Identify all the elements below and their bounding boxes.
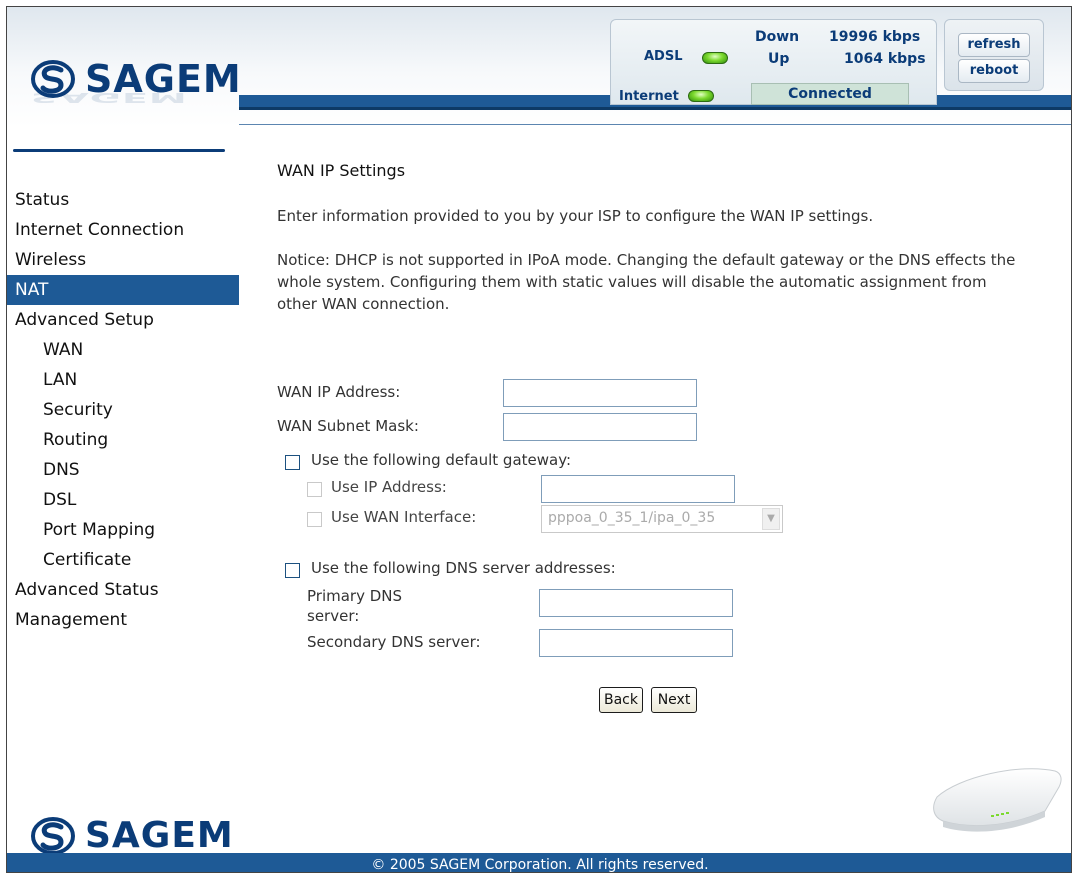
- wan-ip-input[interactable]: [503, 379, 697, 407]
- footer-copyright: © 2005 SAGEM Corporation. All rights res…: [7, 853, 1071, 872]
- internet-label: Internet: [619, 89, 679, 104]
- wan-interface-selected: pppoa_0_35_1/ipa_0_35: [548, 510, 716, 526]
- sidebar-item-lan[interactable]: LAN: [7, 365, 239, 395]
- brand-name-reflection: SAGEM: [31, 89, 188, 105]
- brand-logo-bottom: SAGEM: [31, 815, 234, 856]
- main-content: WAN IP Settings Enter information provid…: [277, 127, 1057, 847]
- header-bar-shadow: [239, 107, 1071, 110]
- page-title: WAN IP Settings: [277, 161, 406, 180]
- default-gateway-label: Use the following default gateway:: [311, 451, 572, 469]
- up-rate: 1064 kbps: [844, 51, 926, 67]
- header-divider: [239, 124, 1071, 125]
- router-admin-window: SAGEM SAGEM ADSL Internet Down 19996 kbp…: [6, 6, 1072, 873]
- refresh-button[interactable]: refresh: [958, 33, 1030, 57]
- use-wan-interface-label: Use WAN Interface:: [331, 508, 477, 526]
- sidebar-item-dns[interactable]: DNS: [7, 455, 239, 485]
- dns-servers-label: Use the following DNS server addresses:: [311, 559, 616, 577]
- sagem-logo-icon: [31, 816, 75, 855]
- wan-ip-label: WAN IP Address:: [277, 383, 401, 401]
- use-ip-address-label: Use IP Address:: [331, 478, 447, 496]
- connection-state: Connected: [751, 83, 909, 105]
- sidebar-item-internet-connection[interactable]: Internet Connection: [7, 215, 239, 245]
- adsl-led-icon: [702, 52, 728, 64]
- sidebar-item-security[interactable]: Security: [7, 395, 239, 425]
- primary-dns-label-line1: Primary DNS: [307, 587, 403, 605]
- router-device-icon: [933, 768, 1062, 832]
- sidebar-nav: Status Internet Connection Wireless NAT Adva…: [7, 185, 239, 635]
- secondary-dns-label: Secondary DNS server:: [307, 633, 481, 651]
- primary-dns-input[interactable]: [539, 589, 733, 617]
- sidebar-item-nat[interactable]: NAT: [7, 275, 239, 305]
- sidebar-item-status[interactable]: Status: [7, 185, 239, 215]
- brand-name: SAGEM: [85, 815, 234, 856]
- sidebar-item-advanced-status[interactable]: Advanced Status: [7, 575, 239, 605]
- down-rate: 19996 kbps: [829, 29, 921, 45]
- secondary-dns-input[interactable]: [539, 629, 733, 657]
- next-button[interactable]: Next: [651, 687, 697, 713]
- use-ip-address-checkbox[interactable]: [307, 482, 322, 497]
- sidebar-item-advanced-setup[interactable]: Advanced Setup: [7, 305, 239, 335]
- header: SAGEM SAGEM ADSL Internet Down 19996 kbp…: [7, 7, 1071, 127]
- sidebar-item-certificate[interactable]: Certificate: [7, 545, 239, 575]
- use-wan-interface-checkbox[interactable]: [307, 512, 322, 527]
- sidebar-item-routing[interactable]: Routing: [7, 425, 239, 455]
- sidebar-item-port-mapping[interactable]: Port Mapping: [7, 515, 239, 545]
- down-label: Down: [755, 29, 800, 45]
- sidebar-item-dsl[interactable]: DSL: [7, 485, 239, 515]
- sidebar-item-wireless[interactable]: Wireless: [7, 245, 239, 275]
- dns-servers-checkbox[interactable]: [285, 563, 300, 578]
- up-label: Up: [768, 51, 790, 67]
- wan-interface-select[interactable]: pppoa_0_35_1/ipa_0_35 ▼: [541, 505, 783, 533]
- internet-led-icon: [688, 90, 714, 102]
- primary-dns-label-line2: server:: [307, 607, 360, 625]
- wan-subnet-mask-input[interactable]: [503, 413, 697, 441]
- sidebar-item-management[interactable]: Management: [7, 605, 239, 635]
- sidebar-divider: [13, 149, 225, 152]
- gateway-ip-input[interactable]: [541, 475, 735, 503]
- intro-text: Enter information provided to you by you…: [277, 207, 874, 225]
- notice-text: Notice: DHCP is not supported in IPoA mo…: [277, 251, 1016, 313]
- adsl-label: ADSL: [644, 49, 683, 64]
- wan-subnet-mask-label: WAN Subnet Mask:: [277, 417, 419, 435]
- reboot-button[interactable]: reboot: [958, 59, 1030, 83]
- sidebar-item-wan[interactable]: WAN: [7, 335, 239, 365]
- chevron-down-icon: ▼: [762, 508, 780, 530]
- default-gateway-checkbox[interactable]: [285, 455, 300, 470]
- back-button[interactable]: Back: [599, 687, 643, 713]
